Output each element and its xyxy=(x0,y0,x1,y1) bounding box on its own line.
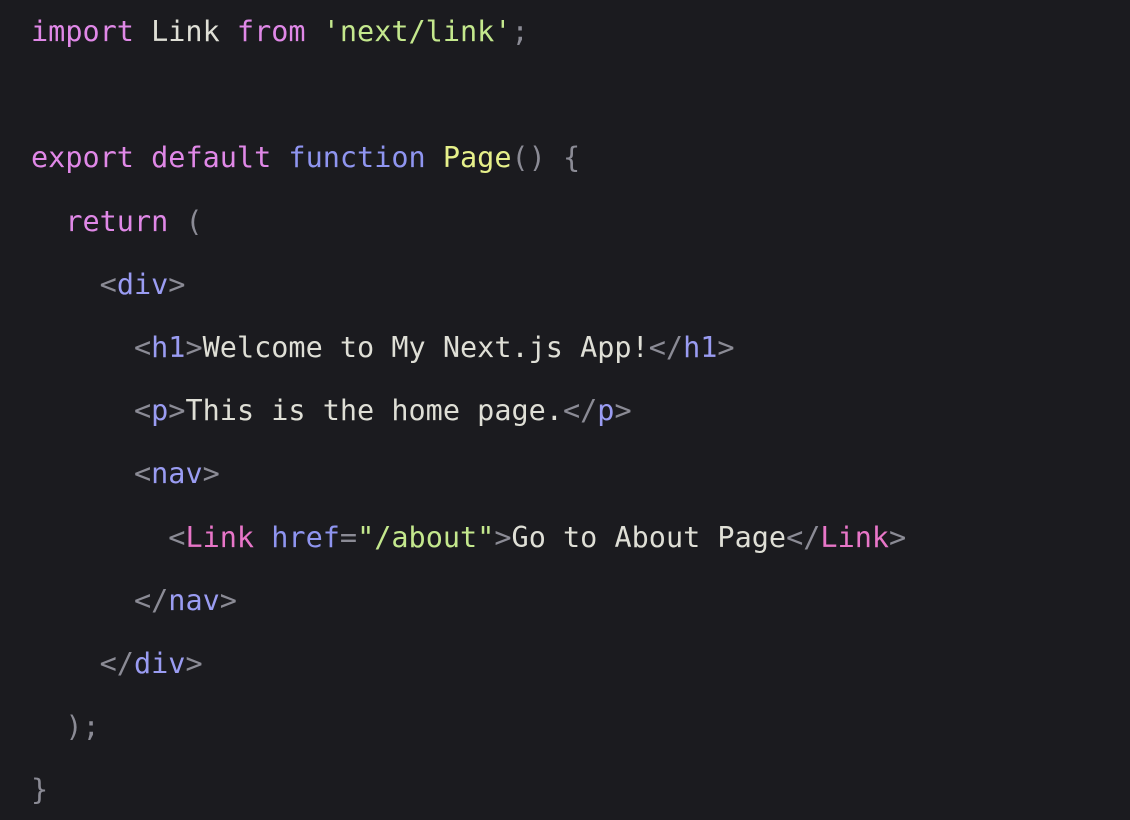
code-token-keyword: import xyxy=(31,15,134,48)
code-token-ident: Link xyxy=(133,15,237,48)
code-token-punct: } xyxy=(31,773,49,807)
code-token-tag: nav xyxy=(168,583,220,617)
code-line: return ( xyxy=(31,202,203,242)
code-token-punct: < xyxy=(99,267,117,301)
code-token-punct: > xyxy=(219,583,237,617)
code-token-ident xyxy=(306,15,323,48)
code-token-punct: </ xyxy=(648,331,684,364)
code-line: </nav> xyxy=(31,581,237,621)
code-token-text: Go to About Page xyxy=(511,520,787,554)
code-token-tag: div xyxy=(133,647,186,680)
code-token-comp: Link xyxy=(185,520,255,554)
code-line: ); xyxy=(31,707,100,747)
code-token-punct: > xyxy=(185,647,203,680)
code-token-ident xyxy=(271,141,288,174)
code-token-punct: ( xyxy=(168,204,203,238)
code-token-punct: < xyxy=(168,520,186,554)
code-line: <h1>Welcome to My Next.js App!</h1> xyxy=(31,328,735,368)
code-token-punct: ; xyxy=(511,15,529,48)
code-token-punct: > xyxy=(889,520,907,554)
code-line: </div> xyxy=(31,644,203,684)
code-token-string: "/about" xyxy=(357,520,495,554)
code-token-string: 'next/link' xyxy=(322,15,512,48)
code-line: <Link href="/about">Go to About Page</Li… xyxy=(31,518,906,558)
code-editor[interactable]: import Link from 'next/link'; export defa… xyxy=(0,0,1130,820)
code-token-punct: > xyxy=(717,331,735,364)
code-line: } xyxy=(31,770,48,810)
code-line: <nav> xyxy=(31,454,220,494)
code-token-punct: < xyxy=(133,457,152,491)
code-token-text: Welcome to My Next.js App! xyxy=(202,331,649,364)
code-token-punct: > xyxy=(202,457,220,491)
code-token-ident xyxy=(134,141,151,174)
code-token-punct: < xyxy=(133,331,152,364)
code-token-ident xyxy=(426,141,443,174)
code-token-tag: h1 xyxy=(683,331,718,364)
code-token-punct: < xyxy=(133,394,152,428)
code-token-comp: Link xyxy=(820,520,890,554)
code-token-tag: h1 xyxy=(151,331,186,364)
code-token-punct: > xyxy=(614,394,632,428)
code-token-punct: () { xyxy=(511,141,581,175)
code-token-punct: ); xyxy=(65,710,100,744)
code-token-ident xyxy=(254,521,271,554)
code-token-punct: </ xyxy=(133,583,169,617)
code-token-tag: p xyxy=(597,394,615,428)
code-token-keyword: return xyxy=(65,204,169,238)
code-token-punct: > xyxy=(168,267,186,301)
code-token-decl: function xyxy=(288,141,426,175)
code-line: export default function Page() { xyxy=(31,138,580,178)
code-token-tag: p xyxy=(151,394,169,428)
code-token-punct: > xyxy=(185,331,203,364)
code-line: <p>This is the home page.</p> xyxy=(31,391,632,431)
code-line: import Link from 'next/link'; xyxy=(31,12,529,52)
code-token-keyword: from xyxy=(236,15,306,48)
code-token-punct: = xyxy=(339,520,358,554)
code-token-punct: </ xyxy=(562,394,598,428)
code-token-punct: > xyxy=(494,520,512,554)
code-token-text: This is the home page. xyxy=(185,394,563,428)
code-token-tag: div xyxy=(116,267,169,301)
code-token-tag: nav xyxy=(151,457,203,491)
code-token-keyword: default xyxy=(151,141,272,175)
code-token-punct: </ xyxy=(786,520,821,554)
code-token-keyword: export xyxy=(31,141,134,175)
code-line: <div> xyxy=(31,265,186,305)
code-token-punct: </ xyxy=(99,647,134,680)
code-token-punct: > xyxy=(168,394,186,428)
code-token-func: Page xyxy=(442,141,512,175)
code-token-attr: href xyxy=(271,520,340,554)
